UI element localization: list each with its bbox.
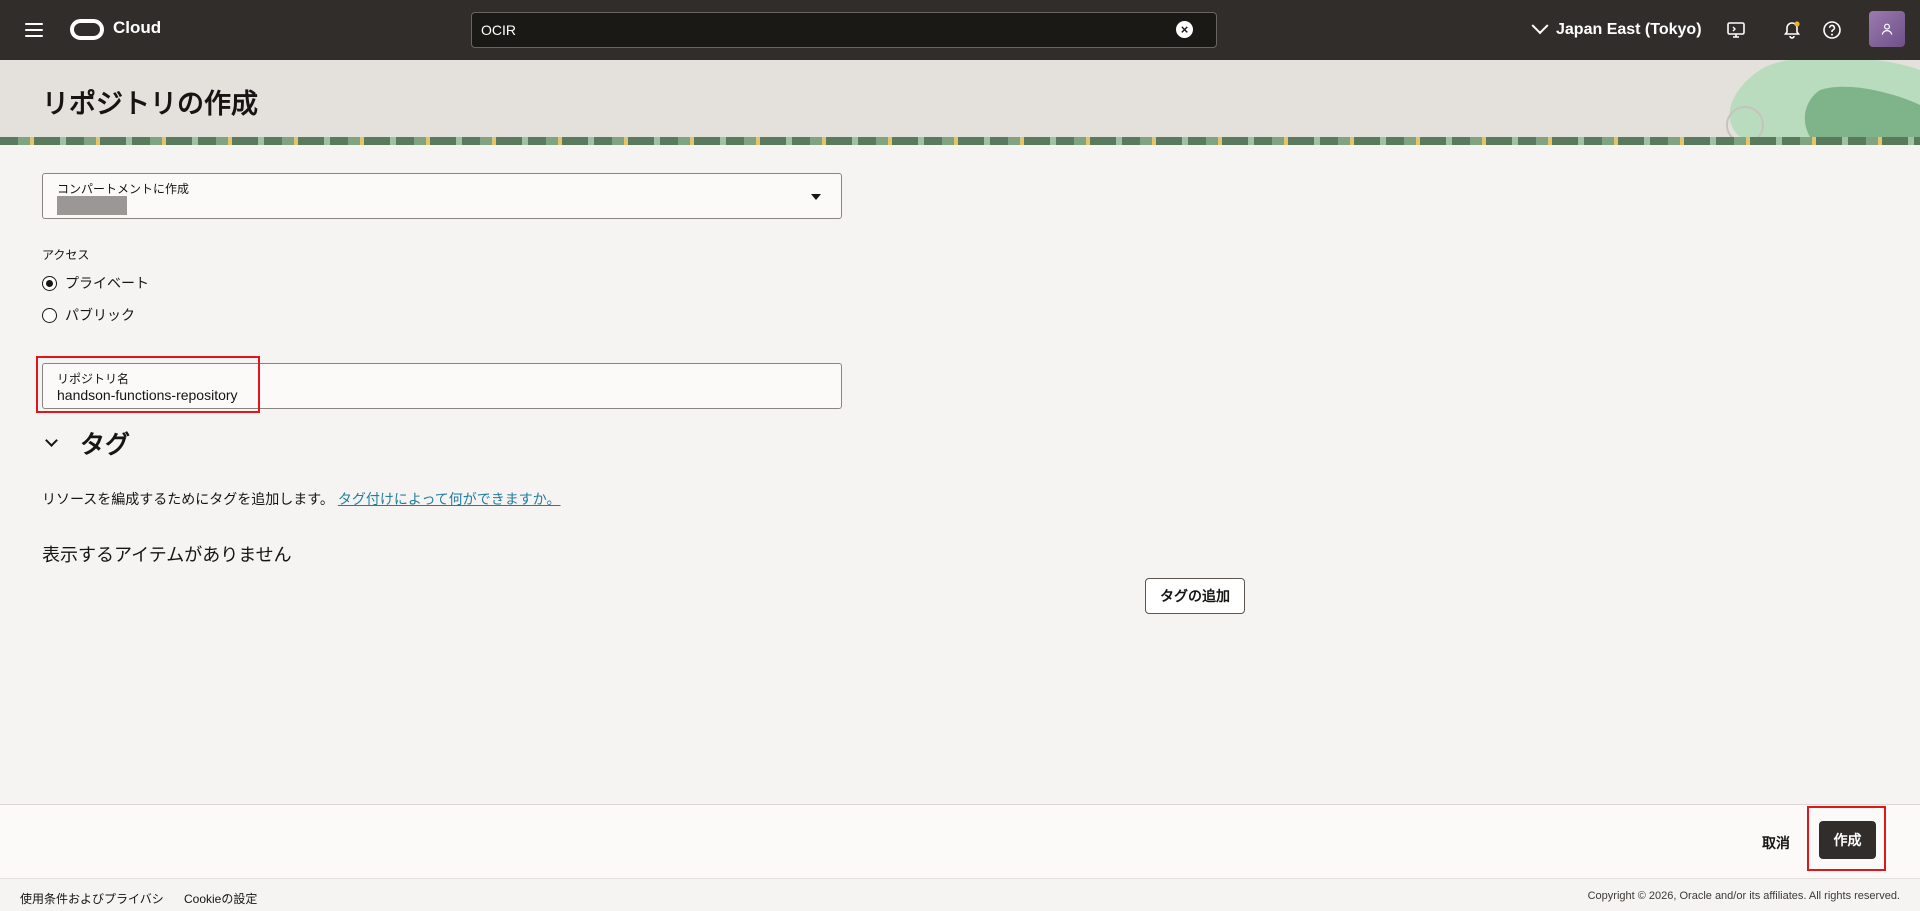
cloud-shell-icon[interactable] <box>1724 18 1748 42</box>
clear-search-icon[interactable]: × <box>1176 21 1193 38</box>
tags-empty-message: 表示するアイテムがありません <box>42 545 292 565</box>
search-input[interactable] <box>471 12 1217 48</box>
brand-label[interactable]: Cloud <box>113 18 161 38</box>
page-footer: 使用条件およびプライバシ Cookieの設定 Copyright © 2026,… <box>0 878 1920 911</box>
create-button[interactable]: 作成 <box>1819 821 1876 859</box>
repository-name-field[interactable]: リポジトリ名 <box>42 363 842 409</box>
compartment-label: コンパートメントに作成 <box>57 182 190 196</box>
tags-description: リソースを編成するためにタグを追加します。 タグ付けによって何ができますか。 <box>42 489 561 509</box>
help-icon[interactable] <box>1820 18 1844 42</box>
hamburger-menu-icon[interactable] <box>20 16 48 44</box>
page-header: リポジトリの作成 <box>0 60 1920 137</box>
form-action-bar: 取消 作成 <box>0 804 1920 878</box>
terms-privacy-link[interactable]: 使用条件およびプライバシ <box>20 890 164 907</box>
access-label: アクセス <box>42 248 90 262</box>
radio-button-checked[interactable] <box>42 275 57 291</box>
radio-private[interactable]: プライベート <box>42 273 149 293</box>
oracle-logo-icon[interactable] <box>70 19 104 40</box>
copyright-text: Copyright © 2026, Oracle and/or its affi… <box>1587 890 1900 902</box>
radio-button-unchecked[interactable] <box>42 307 57 323</box>
tags-description-text: リソースを編成するためにタグを追加します。 <box>42 491 334 507</box>
tags-section-title: タグ <box>80 431 131 459</box>
add-tag-button[interactable]: タグの追加 <box>1145 578 1245 614</box>
tags-help-link[interactable]: タグ付けによって何ができますか。 <box>338 489 561 509</box>
page-title: リポジトリの作成 <box>42 89 258 119</box>
header-decoration <box>1726 60 1920 137</box>
compartment-value-redacted <box>57 196 127 215</box>
radio-public-label: パブリック <box>65 307 135 323</box>
compartment-select[interactable]: コンパートメントに作成 <box>42 173 842 219</box>
top-navigation-bar: Cloud × Japan East (Tokyo) <box>0 0 1920 60</box>
region-label: Japan East (Tokyo) <box>1556 21 1702 38</box>
notification-bell-icon[interactable] <box>1780 18 1804 42</box>
region-selector[interactable]: Japan East (Tokyo) <box>1531 17 1702 43</box>
user-avatar-icon[interactable] <box>1869 11 1905 47</box>
radio-private-label: プライベート <box>65 275 149 291</box>
radio-public[interactable]: パブリック <box>42 305 135 325</box>
chevron-down-icon <box>1531 17 1549 35</box>
caret-down-icon <box>811 194 821 200</box>
cancel-button[interactable]: 取消 <box>1752 827 1800 859</box>
decorative-pattern-band <box>0 137 1920 145</box>
repository-name-input[interactable] <box>57 385 817 405</box>
chevron-down-icon <box>45 434 58 447</box>
tags-section-toggle[interactable]: タグ <box>42 427 130 459</box>
cookie-settings-link[interactable]: Cookieの設定 <box>184 890 257 907</box>
